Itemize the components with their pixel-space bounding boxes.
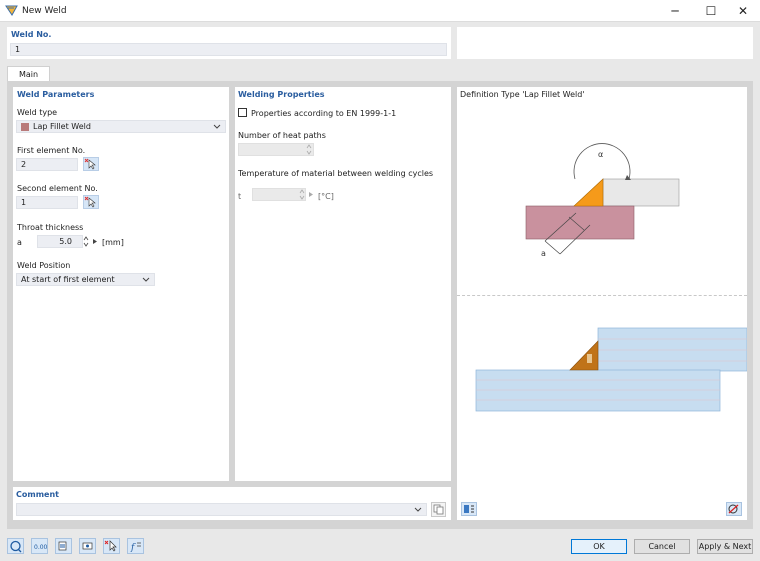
info-button[interactable] xyxy=(55,538,72,554)
copy-comment-button[interactable] xyxy=(431,502,446,517)
heat-paths-field[interactable] xyxy=(238,143,314,156)
arrow-right-icon xyxy=(309,192,313,197)
apply-next-button[interactable]: Apply & Next xyxy=(697,539,753,554)
spinner-icon xyxy=(299,189,305,200)
weld-3d-diagram xyxy=(475,327,747,412)
view-options-icon xyxy=(464,505,474,513)
welding-properties-header: Welding Properties xyxy=(238,90,325,99)
weld-type-value: Lap Fillet Weld xyxy=(33,122,91,131)
view-button[interactable] xyxy=(79,538,96,554)
select-cursor-icon xyxy=(104,540,117,552)
copy-icon xyxy=(433,504,444,515)
temperature-label: Temperature of material between welding … xyxy=(238,169,434,178)
diagram-divider xyxy=(457,295,747,296)
weld-type-color-swatch xyxy=(21,123,29,131)
units-button[interactable]: 0.00 xyxy=(31,538,48,554)
ok-button[interactable]: OK xyxy=(571,539,627,554)
throat-unit: [mm] xyxy=(102,238,124,247)
weld-parameters-header: Weld Parameters xyxy=(17,90,95,99)
help-button[interactable] xyxy=(7,538,24,554)
close-button[interactable]: ✕ xyxy=(726,0,760,22)
weld-section-diagram xyxy=(525,143,680,255)
view-icon xyxy=(82,542,93,550)
temperature-unit: [°C] xyxy=(318,192,334,201)
alpha-label: α xyxy=(598,150,604,159)
weld-no-panel: Weld No. 1 xyxy=(7,27,451,59)
minimize-button[interactable]: ─ xyxy=(658,0,692,22)
reset-view-button[interactable] xyxy=(726,502,742,516)
second-element-label: Second element No. xyxy=(17,184,98,193)
weld-parameters-panel: Weld Parameters Weld type Lap Fillet Wel… xyxy=(13,87,229,481)
throat-thickness-field[interactable]: 5.0 xyxy=(37,235,83,248)
svg-text:0.00: 0.00 xyxy=(34,544,47,551)
function-icon: f xyxy=(130,542,141,553)
weld-no-label: Weld No. xyxy=(11,30,52,39)
maximize-button[interactable]: ☐ xyxy=(694,0,728,22)
info-icon xyxy=(58,541,67,551)
cancel-button[interactable]: Cancel xyxy=(634,539,690,554)
reset-view-icon xyxy=(728,504,739,514)
svg-text:f: f xyxy=(130,543,136,553)
help-icon xyxy=(10,540,22,553)
temperature-symbol: t xyxy=(238,192,242,201)
title-bar: New Weld ─ ☐ ✕ xyxy=(0,0,760,22)
comment-panel: Comment xyxy=(13,487,451,520)
throat-symbol: a xyxy=(17,238,22,247)
pick-second-element-button[interactable] xyxy=(83,195,99,209)
comment-field[interactable] xyxy=(16,503,427,516)
first-element-field[interactable]: 2 xyxy=(16,158,78,171)
weld-name-panel xyxy=(457,27,753,59)
diagram-options-button[interactable] xyxy=(461,502,477,516)
arrow-right-icon[interactable] xyxy=(92,238,98,245)
function-button[interactable]: f xyxy=(127,538,144,554)
first-element-label: First element No. xyxy=(17,146,86,155)
weld-position-label: Weld Position xyxy=(17,261,71,270)
weld-no-field[interactable]: 1 xyxy=(10,43,447,56)
weld-type-label: Weld type xyxy=(17,108,58,117)
second-element-field[interactable]: 1 xyxy=(16,196,78,209)
chevron-down-icon xyxy=(213,124,221,129)
pick-cursor-icon xyxy=(84,196,96,208)
units-icon: 0.00 xyxy=(34,544,48,551)
window-title: New Weld xyxy=(22,6,67,16)
weld-position-value: At start of first element xyxy=(21,275,115,284)
en-1999-checkbox[interactable] xyxy=(238,108,247,117)
throat-thickness-label: Throat thickness xyxy=(17,223,84,232)
tab-main[interactable]: Main xyxy=(7,66,50,82)
pick-first-element-button[interactable] xyxy=(83,157,99,171)
chevron-down-icon xyxy=(142,277,150,282)
pick-cursor-icon xyxy=(84,158,96,170)
select-button[interactable] xyxy=(103,538,120,554)
a-dimension-label: a xyxy=(541,249,546,258)
weld-app-icon xyxy=(5,5,18,16)
spinner-icon xyxy=(306,144,312,155)
heat-paths-label: Number of heat paths xyxy=(238,131,326,140)
definition-header: Definition Type 'Lap Fillet Weld' xyxy=(460,90,585,99)
weld-type-select[interactable]: Lap Fillet Weld xyxy=(16,120,226,133)
spinner-icon[interactable] xyxy=(82,235,90,248)
weld-position-select[interactable]: At start of first element xyxy=(16,273,155,286)
comment-label: Comment xyxy=(16,490,59,499)
definition-panel: Definition Type 'Lap Fillet Weld' α a xyxy=(457,87,747,520)
welding-properties-panel: Welding Properties Properties according … xyxy=(235,87,451,481)
en-1999-label: Properties according to EN 1999-1-1 xyxy=(251,109,397,118)
chevron-down-icon xyxy=(414,507,422,512)
